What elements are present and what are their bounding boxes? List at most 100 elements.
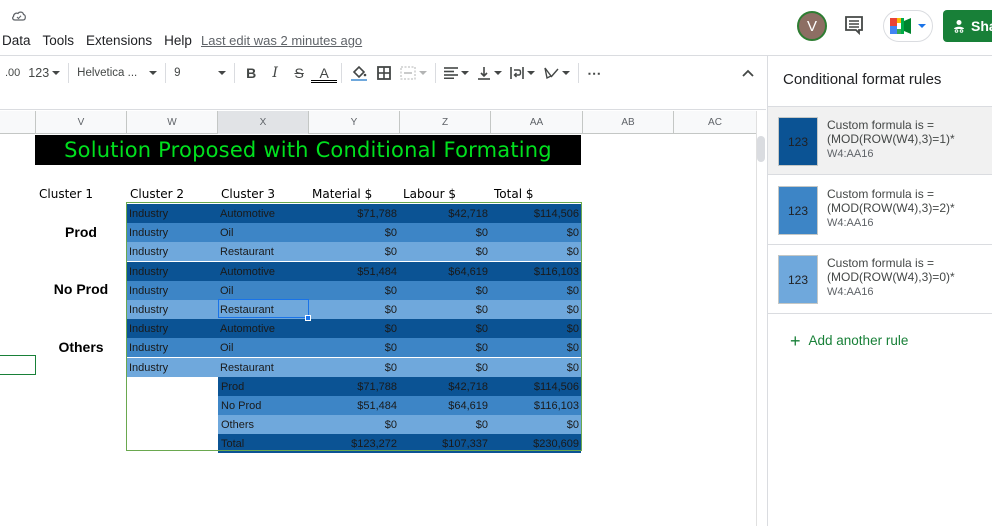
cell-material[interactable]: $0	[308, 415, 397, 434]
cell-material[interactable]: $0	[308, 358, 397, 377]
merge-cells-button[interactable]	[396, 60, 431, 86]
text-rotation-button[interactable]	[539, 60, 574, 86]
cell-cluster-2[interactable]: Industry	[129, 223, 217, 242]
cell-labour[interactable]: $64,619	[399, 396, 488, 415]
horizontal-align-button[interactable]	[440, 60, 473, 86]
highlighted-cell[interactable]	[0, 355, 36, 375]
cell-cluster-2[interactable]: Industry	[129, 338, 217, 357]
cell-labour[interactable]: $0	[399, 319, 488, 338]
cell-material[interactable]: $71,788	[308, 204, 397, 223]
cell-material[interactable]: $0	[308, 300, 397, 319]
cell-summary-label[interactable]: Prod	[221, 377, 309, 396]
font-size-dropdown[interactable]: 9	[170, 60, 230, 86]
cell-cluster-2[interactable]: Industry	[129, 281, 217, 300]
cell-total[interactable]: $114,506	[490, 377, 579, 396]
cell-cluster-2[interactable]: Industry	[129, 319, 217, 338]
cell-total[interactable]: $0	[490, 358, 579, 377]
cell-cluster-3[interactable]: Oil	[220, 223, 308, 242]
cell-total[interactable]: $0	[490, 223, 579, 242]
column-header-x[interactable]: X	[217, 111, 308, 134]
cell-labour[interactable]: $0	[399, 281, 488, 300]
more-options-button[interactable]: ⋯	[583, 60, 606, 86]
menu-extensions[interactable]: Extensions	[80, 32, 158, 50]
format-rule[interactable]: 123 Custom formula is = (MOD(ROW(W4),3)=…	[768, 245, 992, 314]
menu-help[interactable]: Help	[158, 32, 198, 50]
column-header[interactable]	[0, 111, 35, 134]
cell-labour[interactable]: $0	[399, 338, 488, 357]
strikethrough-button[interactable]: S	[287, 60, 311, 86]
cell-material[interactable]: $51,484	[308, 262, 397, 281]
fill-handle[interactable]	[305, 315, 311, 321]
number-format-dropdown[interactable]: 123	[24, 60, 64, 86]
cell-material[interactable]: $0	[308, 338, 397, 357]
cell-labour[interactable]: $0	[399, 358, 488, 377]
vertical-align-button[interactable]	[473, 60, 506, 86]
cell-cluster-2[interactable]: Industry	[129, 242, 217, 261]
cell-summary-label[interactable]: Others	[221, 415, 309, 434]
text-color-button[interactable]: A	[311, 65, 338, 83]
scrollbar-thumb[interactable]	[757, 136, 765, 162]
cell-cluster-2[interactable]: Industry	[129, 300, 217, 319]
cell-material[interactable]: $71,788	[308, 377, 397, 396]
fill-color-button[interactable]	[346, 60, 372, 86]
menu-data[interactable]: Data	[0, 32, 37, 50]
cell-cluster-3[interactable]: Oil	[220, 281, 308, 300]
cell-total[interactable]: $230,609	[490, 434, 579, 453]
cell-labour[interactable]: $0	[399, 300, 488, 319]
last-edit-link[interactable]: Last edit was 2 minutes ago	[201, 33, 362, 48]
cell-total[interactable]: $0	[490, 300, 579, 319]
meet-button[interactable]	[883, 10, 933, 42]
cell-total[interactable]: $116,103	[490, 396, 579, 415]
cell-total[interactable]: $116,103	[490, 262, 579, 281]
collapse-toolbar-button[interactable]	[738, 60, 758, 86]
cell-cluster-2[interactable]: Industry	[129, 262, 217, 281]
menu-tools[interactable]: Tools	[37, 32, 81, 50]
text-wrap-button[interactable]	[506, 60, 539, 86]
cell-labour[interactable]: $0	[399, 242, 488, 261]
avatar[interactable]: V	[797, 11, 827, 41]
cloud-saved-icon[interactable]	[11, 9, 27, 23]
column-header-ab[interactable]: AB	[582, 111, 673, 134]
cell-material[interactable]: $0	[308, 281, 397, 300]
cell-cluster-2[interactable]: Industry	[129, 358, 217, 377]
cell-total[interactable]: $0	[490, 242, 579, 261]
cell-labour[interactable]: $42,718	[399, 204, 488, 223]
cell-cluster-3[interactable]: Automotive	[220, 319, 308, 338]
cell-total[interactable]: $0	[490, 415, 579, 434]
increase-decimal-button[interactable]: .00	[0, 60, 24, 86]
cell-labour[interactable]: $0	[399, 223, 488, 242]
cell-cluster-3[interactable]: Automotive	[220, 262, 308, 281]
cell-cluster-2[interactable]: Industry	[129, 204, 217, 223]
cell-cluster-3[interactable]: Restaurant	[220, 242, 308, 261]
bold-button[interactable]: B	[239, 60, 263, 86]
cell-cluster-3[interactable]: Restaurant	[220, 300, 308, 319]
cell-summary-label[interactable]: Total	[221, 434, 309, 453]
cell-labour[interactable]: $42,718	[399, 377, 488, 396]
format-rule[interactable]: 123 Custom formula is = (MOD(ROW(W4),3)=…	[768, 106, 992, 175]
borders-button[interactable]	[372, 60, 396, 86]
column-header-y[interactable]: Y	[308, 111, 399, 134]
cell-cluster-3[interactable]: Automotive	[220, 204, 308, 223]
share-button[interactable]: Sha	[943, 10, 992, 42]
format-rule[interactable]: 123 Custom formula is = (MOD(ROW(W4),3)=…	[768, 176, 992, 245]
column-header-v[interactable]: V	[35, 111, 126, 134]
cell-total[interactable]: $0	[490, 319, 579, 338]
column-header-ac[interactable]: AC	[673, 111, 756, 134]
cell-material[interactable]: $51,484	[308, 396, 397, 415]
cell-material[interactable]: $123,272	[308, 434, 397, 453]
font-family-dropdown[interactable]: Helvetica ...	[73, 60, 161, 86]
cell-total[interactable]: $0	[490, 281, 579, 300]
cell-material[interactable]: $0	[308, 242, 397, 261]
cell-cluster-3[interactable]: Oil	[220, 338, 308, 357]
cell-labour[interactable]: $64,619	[399, 262, 488, 281]
formula-bar[interactable]	[0, 90, 766, 110]
column-header-z[interactable]: Z	[399, 111, 490, 134]
cell-total[interactable]: $114,506	[490, 204, 579, 223]
cell-cluster-3[interactable]: Restaurant	[220, 358, 308, 377]
italic-button[interactable]: I	[263, 60, 287, 86]
cell-summary-label[interactable]: No Prod	[221, 396, 309, 415]
column-header-w[interactable]: W	[126, 111, 217, 134]
vertical-scrollbar[interactable]	[756, 111, 766, 526]
comment-icon[interactable]	[843, 14, 865, 36]
cell-total[interactable]: $0	[490, 338, 579, 357]
